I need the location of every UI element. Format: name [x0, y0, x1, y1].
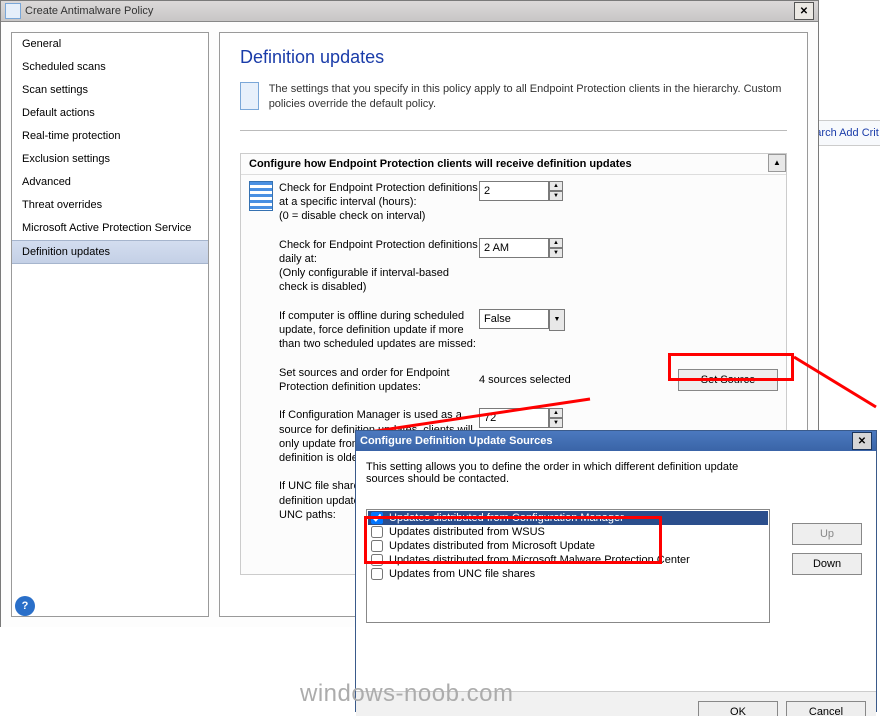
- row-sources: Set sources and order for Endpoint Prote…: [249, 366, 778, 395]
- sidebar-item-maps[interactable]: Microsoft Active Protection Service: [12, 217, 208, 240]
- source-item-unc[interactable]: Updates from UNC file shares: [368, 567, 768, 581]
- offline-dropdown[interactable]: ▼: [479, 309, 565, 331]
- source-item-wsus[interactable]: Updates distributed from WSUS: [368, 525, 768, 539]
- up-button[interactable]: Up: [792, 523, 862, 545]
- scroll-up-icon[interactable]: ▲: [768, 154, 786, 172]
- offline-input[interactable]: [479, 309, 549, 329]
- sidebar-item-definition-updates[interactable]: Definition updates: [12, 240, 208, 264]
- page-heading: Definition updates: [240, 47, 787, 68]
- sidebar-item-default-actions[interactable]: Default actions: [12, 102, 208, 125]
- down-button[interactable]: Down: [792, 553, 862, 575]
- source-item-mmpc[interactable]: Updates distributed from Microsoft Malwa…: [368, 553, 768, 567]
- sidebar: General Scheduled scans Scan settings De…: [11, 32, 209, 617]
- sidebar-item-general[interactable]: General: [12, 33, 208, 56]
- interval-label: Check for Endpoint Protection definition…: [279, 181, 479, 224]
- sidebar-item-exclusion[interactable]: Exclusion settings: [12, 148, 208, 171]
- dialog-icon: [5, 3, 21, 19]
- document-icon: [240, 82, 259, 110]
- dialog-description: This setting allows you to define the or…: [366, 461, 766, 485]
- source-label: Updates distributed from Microsoft Updat…: [389, 540, 595, 552]
- dialog-title: Create Antimalware Policy: [25, 5, 153, 17]
- watermark: windows-noob.com: [300, 680, 513, 708]
- ok-button[interactable]: OK: [698, 701, 778, 716]
- source-label: Updates distributed from Microsoft Malwa…: [389, 554, 690, 566]
- source-checkbox-unc[interactable]: [371, 568, 383, 580]
- divider: [240, 130, 787, 131]
- daily-spinner[interactable]: ▲▼: [479, 238, 563, 258]
- add-criteria-button[interactable]: Add Crit: [839, 127, 879, 139]
- checklist-icon: [249, 181, 273, 211]
- interval-down-icon[interactable]: ▼: [549, 191, 563, 201]
- source-checkbox-configmgr[interactable]: [371, 512, 383, 524]
- sidebar-item-threat-overrides[interactable]: Threat overrides: [12, 194, 208, 217]
- sidebar-item-realtime[interactable]: Real-time protection: [12, 125, 208, 148]
- chevron-down-icon[interactable]: ▼: [549, 309, 565, 331]
- configmgr-input[interactable]: [479, 408, 549, 428]
- interval-input[interactable]: [479, 181, 549, 201]
- source-label: Updates distributed from WSUS: [389, 526, 545, 538]
- sources-status: 4 sources selected: [479, 374, 571, 386]
- close-icon[interactable]: ✕: [852, 432, 872, 450]
- set-source-button[interactable]: Set Source: [678, 369, 778, 391]
- sidebar-item-scan-settings[interactable]: Scan settings: [12, 79, 208, 102]
- source-label: Updates from UNC file shares: [389, 568, 535, 580]
- configmgr-down-icon[interactable]: ▼: [549, 418, 563, 428]
- sources-listbox[interactable]: Updates distributed from Configuration M…: [366, 509, 770, 623]
- source-item-msupdate[interactable]: Updates distributed from Microsoft Updat…: [368, 539, 768, 553]
- configure-sources-dialog: Configure Definition Update Sources ✕ Th…: [355, 430, 877, 712]
- interval-up-icon[interactable]: ▲: [549, 181, 563, 191]
- offline-label: If computer is offline during scheduled …: [279, 309, 479, 352]
- configmgr-up-icon[interactable]: ▲: [549, 408, 563, 418]
- reorder-buttons: Up Down: [792, 523, 862, 575]
- row-daily: Check for Endpoint Protection definition…: [249, 238, 778, 295]
- source-item-configmgr[interactable]: Updates distributed from Configuration M…: [368, 511, 768, 525]
- titlebar[interactable]: Configure Definition Update Sources ✕: [356, 431, 876, 451]
- daily-up-icon[interactable]: ▲: [549, 238, 563, 248]
- source-checkbox-wsus[interactable]: [371, 526, 383, 538]
- sources-label: Set sources and order for Endpoint Prote…: [279, 366, 479, 395]
- sidebar-item-scheduled-scans[interactable]: Scheduled scans: [12, 56, 208, 79]
- daily-input[interactable]: [479, 238, 549, 258]
- page-description: The settings that you specify in this po…: [269, 82, 787, 112]
- dialog-title: Configure Definition Update Sources: [360, 435, 553, 447]
- sidebar-item-advanced[interactable]: Advanced: [12, 171, 208, 194]
- titlebar[interactable]: Create Antimalware Policy ✕: [1, 1, 818, 22]
- source-checkbox-msupdate[interactable]: [371, 540, 383, 552]
- close-icon[interactable]: ✕: [794, 2, 814, 20]
- configmgr-spinner[interactable]: ▲▼: [479, 408, 563, 428]
- help-icon[interactable]: ?: [15, 596, 35, 616]
- daily-down-icon[interactable]: ▼: [549, 248, 563, 258]
- panel-title: Configure how Endpoint Protection client…: [241, 154, 786, 175]
- daily-label: Check for Endpoint Protection definition…: [279, 238, 479, 295]
- row-offline: If computer is offline during scheduled …: [249, 309, 778, 352]
- cancel-button[interactable]: Cancel: [786, 701, 866, 716]
- interval-spinner[interactable]: ▲▼: [479, 181, 563, 201]
- source-label: Updates distributed from Configuration M…: [389, 512, 624, 524]
- source-checkbox-mmpc[interactable]: [371, 554, 383, 566]
- row-interval: Check for Endpoint Protection definition…: [249, 181, 778, 224]
